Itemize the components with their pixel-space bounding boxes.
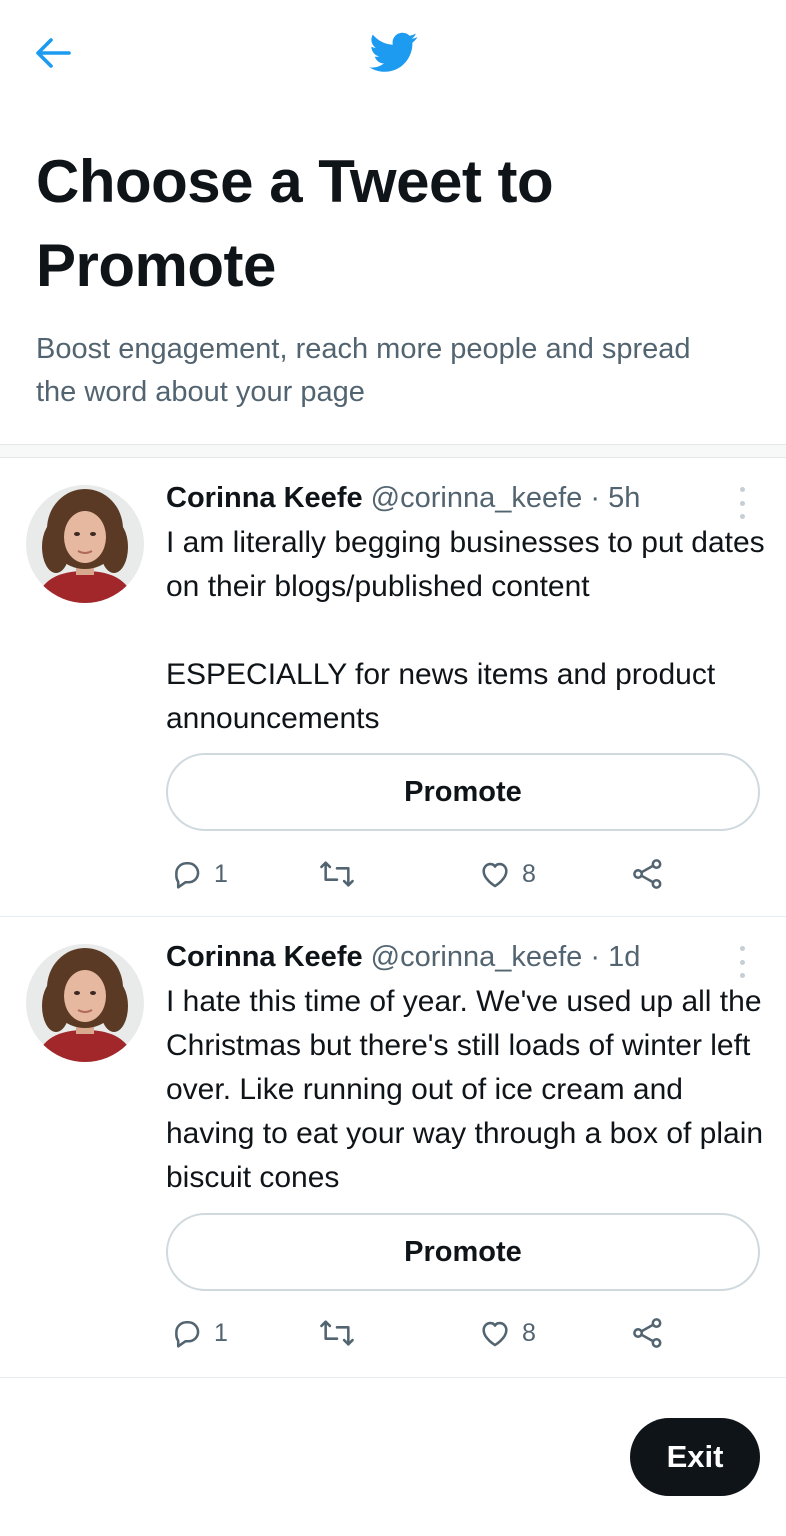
share-button[interactable]: [630, 852, 666, 896]
tweet-text: I am literally begging businesses to put…: [166, 526, 765, 735]
arrow-left-icon: [36, 38, 71, 68]
like-button[interactable]: 8: [478, 852, 536, 896]
like-count: 8: [522, 859, 536, 888]
tweet-meta: @corinna_keefe · 1d: [370, 941, 641, 973]
exit-button[interactable]: Exit: [630, 1418, 760, 1496]
tweet-card[interactable]: Corinna Keefe @corinna_keefe · 1d I hate…: [0, 918, 786, 1378]
retweet-button[interactable]: [318, 852, 356, 896]
retweet-icon: [320, 1320, 354, 1346]
tweet-actions: 1 8: [166, 852, 726, 896]
tweet-text: I hate this time of year. We've used up …: [166, 985, 764, 1194]
like-button[interactable]: 8: [478, 1311, 536, 1355]
tweet-actions: 1 8: [166, 1311, 726, 1355]
back-button[interactable]: [28, 30, 78, 76]
reply-icon: [175, 1320, 200, 1348]
tweet-header: Corinna Keefe @corinna_keefe · 5h: [166, 479, 726, 517]
heart-icon: [482, 1321, 508, 1347]
reply-count: 1: [214, 1318, 228, 1347]
avatar[interactable]: [26, 944, 144, 1062]
page-title: Choose a Tweet to Promote: [36, 148, 554, 299]
retweet-button[interactable]: [318, 1311, 356, 1355]
tweet-card[interactable]: Corinna Keefe @corinna_keefe · 5h I am l…: [0, 459, 786, 917]
promote-button[interactable]: Promote: [166, 1213, 760, 1291]
twitter-bird-icon: [369, 32, 418, 72]
tweet-header: Corinna Keefe @corinna_keefe · 1d: [166, 938, 726, 976]
share-icon: [633, 859, 662, 889]
tweet-meta: @corinna_keefe · 5h: [370, 482, 641, 514]
retweet-icon: [320, 861, 354, 887]
page-subtitle: Boost engagement, reach more people and …: [36, 333, 691, 408]
section-divider: [0, 444, 786, 458]
tweet-author-name[interactable]: Corinna Keefe: [166, 482, 363, 514]
like-count: 8: [522, 1318, 536, 1347]
reply-button[interactable]: 1: [170, 1311, 228, 1355]
more-options-icon[interactable]: [730, 483, 754, 523]
reply-button[interactable]: 1: [170, 852, 228, 896]
promote-button[interactable]: Promote: [166, 753, 760, 831]
tweet-author-name[interactable]: Corinna Keefe: [166, 941, 363, 973]
avatar[interactable]: [26, 485, 144, 603]
reply-icon: [175, 861, 200, 889]
reply-count: 1: [214, 859, 228, 888]
share-icon: [633, 1318, 662, 1348]
more-options-icon[interactable]: [730, 942, 754, 982]
share-button[interactable]: [630, 1311, 666, 1355]
top-bar: [0, 0, 786, 110]
heart-icon: [482, 862, 508, 888]
